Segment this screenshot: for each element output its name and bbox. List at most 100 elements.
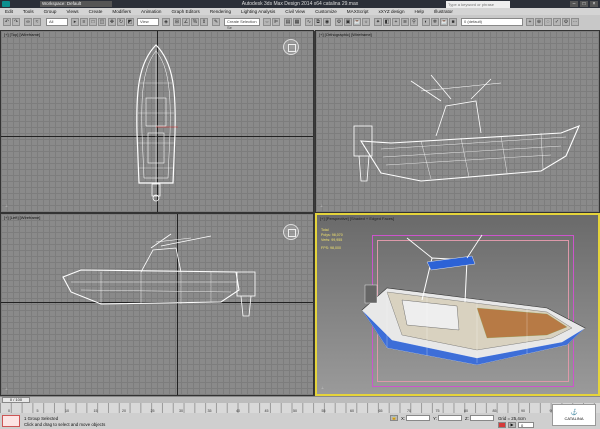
viewcube-icon[interactable] — [283, 224, 299, 240]
timeline-tick-label: 25 — [150, 409, 155, 413]
timeline-tick-label: 50 — [293, 409, 297, 413]
redo-icon[interactable]: ↷ — [12, 18, 20, 26]
menu-group[interactable]: Group — [39, 9, 62, 14]
lock-selection-icon[interactable]: 🔒 — [390, 415, 398, 421]
select-in-layer-icon[interactable]: ◌ — [544, 18, 552, 26]
viewport-left[interactable]: [+] [Left] [Wireframe] ⊥ — [0, 213, 314, 396]
select-by-name-icon[interactable]: ≡ — [80, 18, 88, 26]
render-iterative-icon[interactable]: ☼ — [362, 18, 370, 26]
angle-snap-icon[interactable]: ∠ — [182, 18, 190, 26]
close-button[interactable]: × — [590, 1, 598, 7]
render-setup-icon[interactable]: ⚙ — [335, 18, 343, 26]
maximize-button[interactable]: □ — [580, 1, 588, 7]
current-layer-select[interactable]: 0 (default) — [461, 18, 523, 26]
boat-left-wireframe[interactable] — [61, 232, 271, 322]
snap-icon[interactable]: ⊞ — [173, 18, 181, 26]
create-layer-icon[interactable]: + — [526, 18, 534, 26]
minimize-button[interactable]: – — [570, 1, 578, 7]
boat-perspective-shaded[interactable] — [347, 230, 587, 380]
mirror-icon[interactable]: ⇔ — [263, 18, 271, 26]
menu-create[interactable]: Create — [84, 9, 108, 14]
layer-color-icon[interactable]: ■ — [449, 18, 457, 26]
schematic-view-icon[interactable]: ⧉ — [314, 18, 322, 26]
menu-animation[interactable]: Animation — [136, 9, 166, 14]
menu-customize[interactable]: Customize — [310, 9, 342, 14]
graphite-ribbon-icon[interactable]: ▦ — [293, 18, 301, 26]
z-coordinate-field[interactable] — [470, 415, 494, 421]
edit-named-selection-icon[interactable]: ✎ — [212, 18, 220, 26]
x-coordinate-field[interactable] — [406, 415, 430, 421]
rectangle-selection-icon[interactable]: □ — [89, 18, 97, 26]
timeline-tick-label: 60 — [350, 409, 354, 413]
unlink-icon[interactable]: ≈ — [33, 18, 41, 26]
set-current-layer-icon[interactable]: ✓ — [553, 18, 561, 26]
named-selection-set-select[interactable]: Create Selection Se — [224, 18, 260, 30]
viewport-label[interactable]: [+] [Perspective] [Shaded + Edged Faces] — [320, 216, 394, 221]
menu-tools[interactable]: Tools — [18, 9, 39, 14]
viewport-label[interactable]: [+] [Top] [Wireframe] — [4, 32, 40, 37]
menu-edit[interactable]: Edit — [0, 9, 18, 14]
viewport-top[interactable]: [+] [Top] [Wireframe] ⊥ — [0, 30, 314, 213]
y-coordinate-field[interactable] — [438, 415, 462, 421]
maxscript-listener[interactable] — [2, 415, 20, 427]
menu-xyz-design[interactable]: xXYZ design — [374, 9, 410, 14]
layer-freeze-icon[interactable]: ❄ — [431, 18, 439, 26]
brand-logo: ⚓ CATALINA — [552, 404, 596, 426]
viewcube-icon[interactable] — [283, 39, 299, 55]
layer-visibility-icon[interactable]: ◐ — [422, 18, 430, 26]
percent-snap-icon[interactable]: % — [191, 18, 199, 26]
window-crossing-icon[interactable]: ◫ — [98, 18, 106, 26]
spinner-snap-icon[interactable]: ⇕ — [200, 18, 208, 26]
align-icon[interactable]: ⊫ — [272, 18, 280, 26]
scale-icon[interactable]: ◩ — [126, 18, 134, 26]
layer-manager-icon[interactable]: ▤ — [284, 18, 292, 26]
layer-render-icon[interactable]: ☕ — [440, 18, 448, 26]
space-warp-icon[interactable]: ≋ — [401, 18, 409, 26]
menu-help[interactable]: Help — [410, 9, 429, 14]
menu-maxscript[interactable]: MAXScript — [342, 9, 374, 14]
auto-key-button[interactable] — [498, 422, 506, 428]
rendered-frame-window-icon[interactable]: ▣ — [344, 18, 352, 26]
link-icon[interactable]: ∞ — [24, 18, 32, 26]
camera-icon[interactable]: ◧ — [383, 18, 391, 26]
light-icon[interactable]: ✦ — [374, 18, 382, 26]
boat-ortho-wireframe[interactable] — [351, 71, 581, 191]
move-icon[interactable]: ✥ — [108, 18, 116, 26]
viewport-orthographic[interactable]: [+] [Orthographic] [Wireframe] ⊥ — [315, 30, 600, 213]
undo-icon[interactable]: ↶ — [3, 18, 11, 26]
timeline-tick-label: 70 — [407, 409, 411, 413]
boat-top-wireframe[interactable] — [126, 43, 186, 203]
systems-icon[interactable]: ⚲ — [410, 18, 418, 26]
select-object-icon[interactable]: ▸ — [71, 18, 79, 26]
material-editor-icon[interactable]: ◉ — [323, 18, 331, 26]
current-frame-field[interactable]: 0 — [518, 422, 534, 428]
menu-illustrator[interactable]: Illustrator — [429, 9, 458, 14]
curve-editor-icon[interactable]: ∿ — [305, 18, 313, 26]
menu-civil-view[interactable]: Civil View — [280, 9, 310, 14]
pivot-icon[interactable]: ◈ — [162, 18, 170, 26]
rotate-icon[interactable]: ↻ — [117, 18, 125, 26]
viewport-perspective[interactable]: [+] [Perspective] [Shaded + Edged Faces]… — [315, 213, 600, 396]
main-toolbar: ↶ ↷ ∞ ≈ All ▸ ≡ □ ◫ ✥ ↻ ◩ View ◈ ⊞ ∠ % ⇕… — [0, 15, 600, 31]
timeline-tick-label: 55 — [321, 409, 326, 413]
menu-views[interactable]: Views — [61, 9, 83, 14]
menu-modifiers[interactable]: Modifiers — [107, 9, 136, 14]
layer-settings-icon[interactable]: ⚙ — [562, 18, 570, 26]
x-label: X: — [401, 416, 406, 421]
timeline-tick-label: 10 — [65, 409, 69, 413]
layer-tools-icon[interactable]: ⋯ — [571, 18, 579, 26]
viewport-label[interactable]: [+] [Orthographic] [Wireframe] — [319, 32, 372, 37]
menu-bar: Edit Tools Group Views Create Modifiers … — [0, 8, 600, 15]
add-to-layer-icon[interactable]: ⊕ — [535, 18, 543, 26]
selection-filter-select[interactable]: All — [46, 18, 68, 26]
helper-icon[interactable]: + — [392, 18, 400, 26]
menu-rendering[interactable]: Rendering — [205, 9, 236, 14]
viewport-label[interactable]: [+] [Left] [Wireframe] — [4, 215, 40, 220]
timeline-tick-label: 80 — [464, 409, 468, 413]
axis-tripod-icon: ⊥ — [5, 204, 9, 208]
menu-lighting-analysis[interactable]: Lighting Analysis — [236, 9, 280, 14]
reference-coordinate-select[interactable]: View — [137, 18, 159, 26]
render-production-icon[interactable]: ☕ — [353, 18, 361, 26]
play-button[interactable]: ▶ — [508, 422, 516, 428]
menu-graph-editors[interactable]: Graph Editors — [166, 9, 204, 14]
